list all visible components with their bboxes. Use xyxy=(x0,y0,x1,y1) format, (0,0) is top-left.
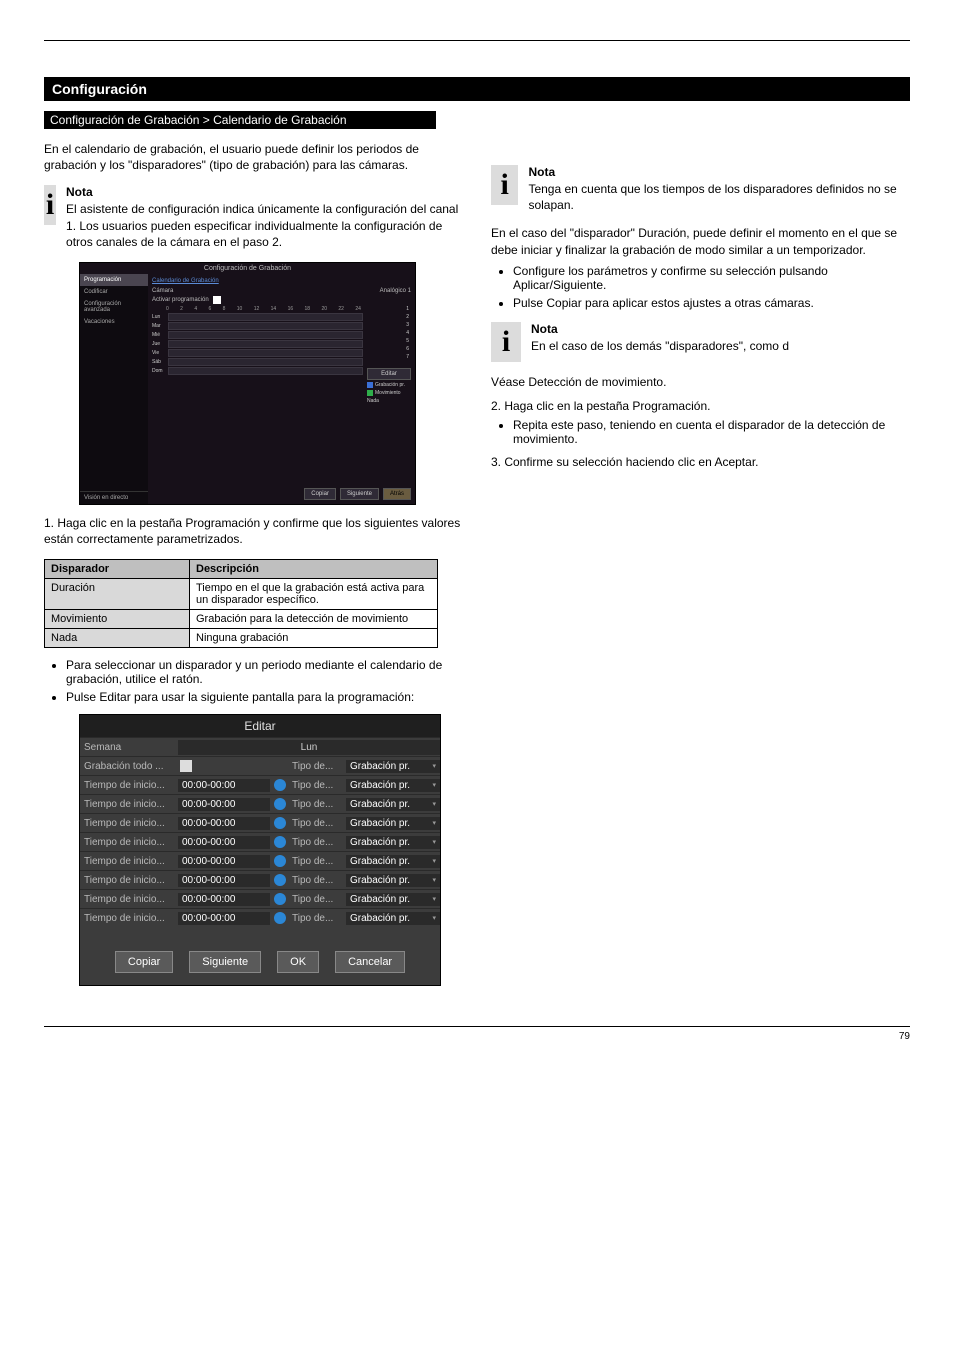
sidemenu-vacaciones[interactable]: Vacaciones xyxy=(80,316,148,328)
clock-icon[interactable] xyxy=(274,779,286,791)
right-bullet-copy: Pulse Copiar para aplicar estos ajustes … xyxy=(513,296,910,310)
ss1-val-camara[interactable]: Analógico 1 xyxy=(380,288,411,294)
ss1-siguiente-button[interactable]: Siguiente xyxy=(340,488,379,500)
left-bullet-2: Pulse Editar para usar la siguiente pant… xyxy=(66,690,463,704)
sidemenu-conf-avanzada[interactable]: Configuración avanzada xyxy=(80,298,148,316)
info-icon: i xyxy=(44,185,56,225)
left-bullet-1: Para seleccionar un disparador y un peri… xyxy=(66,658,463,686)
info-icon: i xyxy=(491,322,521,362)
sidemenu-codificar[interactable]: Codificar xyxy=(80,286,148,298)
ss1-lbl-activar: Activar programación xyxy=(152,297,209,303)
note-text: El asistente de configuración indica úni… xyxy=(66,201,463,250)
ss2-val-semana[interactable]: Lun xyxy=(178,740,440,755)
right-column: i Nota Tenga en cuenta que los tiempos d… xyxy=(491,135,910,996)
clock-icon[interactable] xyxy=(274,893,286,905)
right-bullet-repeat: Repita este paso, teniendo en cuenta el … xyxy=(513,418,910,446)
sidemenu-programacion[interactable]: Programación xyxy=(80,274,148,286)
footer-page-number: 79 xyxy=(899,1031,910,1042)
ss2-cancelar-button[interactable]: Cancelar xyxy=(335,951,405,973)
ss2-copiar-button[interactable]: Copiar xyxy=(115,951,173,973)
ss2-lbl-tipo-0: Tipo de... xyxy=(288,761,346,772)
ss1-lbl-camara: Cámara xyxy=(152,288,173,294)
ss1-sidemenu: Programación Codificar Configuración ava… xyxy=(80,274,148,504)
ss2-lbl-grab-todo: Grabación todo ... xyxy=(80,761,178,772)
sub-heading: Configuración de Grabación > Calendario … xyxy=(44,111,436,129)
step-1: 1. Haga clic en la pestaña Programación … xyxy=(44,515,463,547)
left-bullets: Para seleccionar un disparador y un peri… xyxy=(44,658,463,704)
top-rule xyxy=(44,40,910,41)
screenshot-edit-dialog: Editar Semana Lun Grabación todo ... Tip… xyxy=(79,714,441,986)
note-title: Nota xyxy=(531,322,789,336)
trigger-table: Disparador Descripción Duración Tiempo e… xyxy=(44,559,438,648)
right-bullets-program: Configure los parámetros y confirme su s… xyxy=(491,264,910,310)
right-see-also: Véase Detección de movimiento. xyxy=(491,374,910,390)
clock-icon[interactable] xyxy=(274,912,286,924)
ss2-siguiente-button[interactable]: Siguiente xyxy=(189,951,261,973)
note-title: Nota xyxy=(66,185,463,199)
right-bullet-apply: Configure los parámetros y confirme su s… xyxy=(513,264,910,292)
note-box-right-2: i Nota En el caso de los demás "disparad… xyxy=(491,322,910,362)
ss2-ok-button[interactable]: OK xyxy=(277,951,319,973)
sidemenu-live[interactable]: Visión en directo xyxy=(80,491,148,504)
ss1-right-legend: 1 2 3 4 5 6 7 Editar Grabación pr. Movi xyxy=(367,306,411,404)
ss2-lbl-semana: Semana xyxy=(80,742,178,753)
clock-icon[interactable] xyxy=(274,817,286,829)
note-text: Tenga en cuenta que los tiempos de los d… xyxy=(528,181,910,213)
step-3: 3. Confirme su selección haciendo clic e… xyxy=(491,454,910,470)
ss1-atras-button[interactable]: Atrás xyxy=(383,488,411,500)
screenshot-schedule: Configuración de Grabación Programación … xyxy=(79,262,416,505)
clock-icon[interactable] xyxy=(274,855,286,867)
clock-icon[interactable] xyxy=(274,836,286,848)
left-column: En el calendario de grabación, el usuari… xyxy=(44,135,463,996)
info-icon: i xyxy=(491,165,518,205)
th-disparador: Disparador xyxy=(45,560,190,579)
section-heading: Configuración xyxy=(44,77,910,101)
clock-icon[interactable] xyxy=(274,798,286,810)
ss2-title: Editar xyxy=(80,715,440,737)
ss2-val-tipo-0[interactable]: Grabación pr.▾ xyxy=(346,760,440,773)
th-descripcion: Descripción xyxy=(190,560,438,579)
ss1-copiar-button[interactable]: Copiar xyxy=(304,488,336,500)
note-title: Nota xyxy=(528,165,910,179)
ss1-tab[interactable]: Calendario de Grabación xyxy=(152,278,411,284)
page-footer: 79 xyxy=(44,1026,910,1042)
ss1-activar-checkbox[interactable] xyxy=(213,296,221,304)
intro-paragraph: En el calendario de grabación, el usuari… xyxy=(44,141,463,173)
note-box-left: i Nota El asistente de configuración ind… xyxy=(44,185,463,250)
ss1-title: Configuración de Grabación xyxy=(80,263,415,274)
ss2-grab-todo-checkbox[interactable] xyxy=(180,760,192,772)
note-text-visible: En el caso de los demás "disparadores", … xyxy=(531,338,789,354)
note-box-right-1: i Nota Tenga en cuenta que los tiempos d… xyxy=(491,165,910,213)
ss1-grid[interactable]: 0 2 4 6 8 10 12 14 16 18 xyxy=(152,306,363,404)
step-2: 2. Haga clic en la pestaña Programación. xyxy=(491,398,910,414)
clock-icon[interactable] xyxy=(274,874,286,886)
ss1-editar-button[interactable]: Editar xyxy=(367,368,411,380)
right-paragraph-duration: En el caso del "disparador" Duración, pu… xyxy=(491,225,910,257)
